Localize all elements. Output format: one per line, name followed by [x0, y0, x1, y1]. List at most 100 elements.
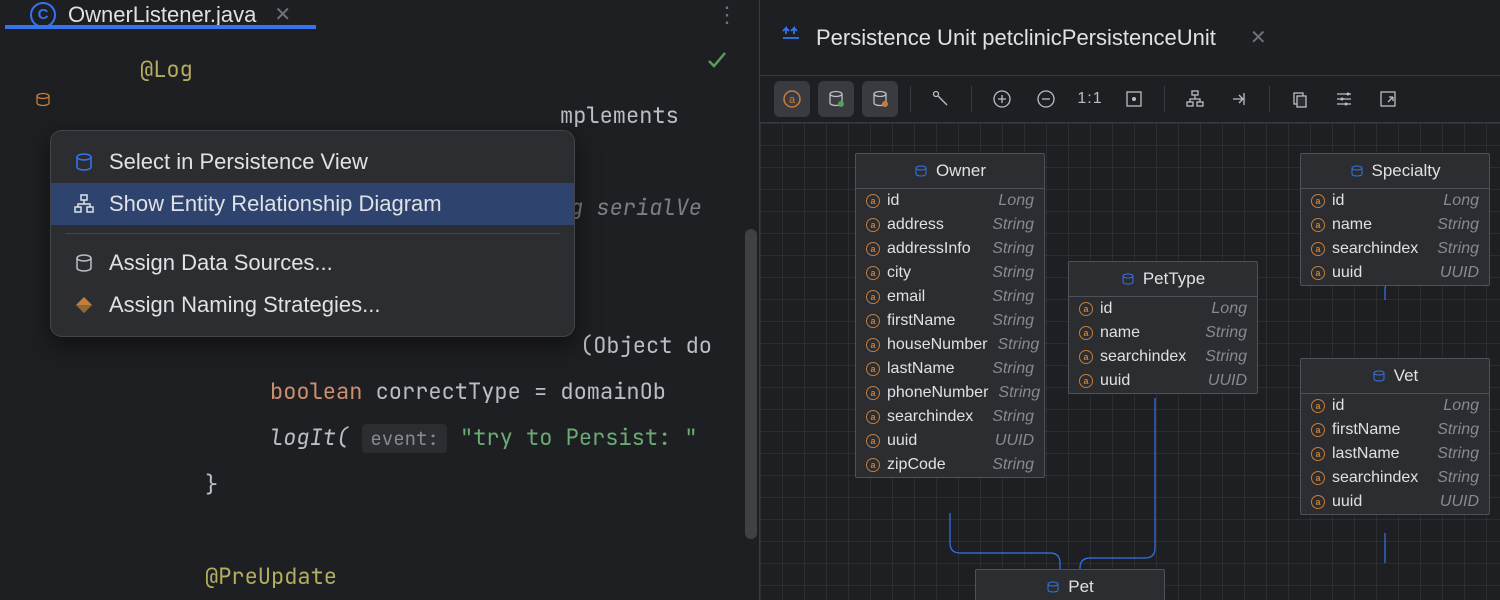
entity-field[interactable]: aidLong — [1069, 297, 1257, 321]
field-type: Long — [1211, 300, 1247, 318]
tab-filename: OwnerListener.java — [68, 2, 256, 28]
entity-fields-vet: aidLongafirstNameStringalastNameStringas… — [1301, 394, 1489, 514]
file-tab[interactable]: C OwnerListener.java ✕ — [20, 0, 301, 29]
toolbar-separator — [910, 86, 911, 112]
field-type: UUID — [1208, 372, 1247, 390]
menu-show-erd[interactable]: Show Entity Relationship Diagram — [51, 183, 574, 225]
tool-zoom-in-icon[interactable] — [984, 81, 1020, 117]
tool-layout-icon[interactable] — [1177, 81, 1213, 117]
tool-export-icon[interactable] — [1370, 81, 1406, 117]
field-type: String — [992, 312, 1034, 330]
er-diagram-canvas[interactable]: Owner aidLongaaddressStringaaddressInfoS… — [760, 123, 1500, 600]
attribute-field-icon: a — [1311, 266, 1325, 280]
entity-field[interactable]: auuidUUID — [1301, 261, 1489, 285]
entity-field[interactable]: aidLong — [1301, 394, 1489, 418]
entity-field[interactable]: azipCodeString — [856, 453, 1044, 477]
field-type: String — [1205, 324, 1247, 342]
field-name: city — [887, 264, 911, 282]
field-type: Long — [998, 192, 1034, 210]
field-type: UUID — [995, 432, 1034, 450]
tool-route-icon[interactable] — [923, 81, 959, 117]
attribute-field-icon: a — [1311, 447, 1325, 461]
field-name: name — [1332, 216, 1372, 234]
field-name: uuid — [887, 432, 917, 450]
entity-specialty[interactable]: Specialty aidLonganameStringasearchindex… — [1300, 153, 1490, 286]
code-fragment: logIt( — [270, 423, 349, 452]
entity-field[interactable]: aaddressString — [856, 213, 1044, 237]
tool-copy-icon[interactable] — [1282, 81, 1318, 117]
field-type: String — [992, 360, 1034, 378]
attribute-field-icon: a — [866, 410, 880, 424]
entity-field[interactable]: alastNameString — [1301, 442, 1489, 466]
tool-settings-icon[interactable] — [1326, 81, 1362, 117]
tool-db-modified-icon[interactable] — [862, 81, 898, 117]
attribute-field-icon: a — [866, 314, 880, 328]
menu-assign-naming-strategies[interactable]: Assign Naming Strategies... — [51, 284, 574, 326]
code-fragment: (Object do — [580, 331, 712, 360]
svg-text:a: a — [789, 94, 796, 106]
attribute-field-icon: a — [1311, 423, 1325, 437]
toolbar-separator — [1269, 86, 1270, 112]
persistence-upload-icon[interactable] — [780, 24, 802, 52]
tool-annotation-icon[interactable]: a — [774, 81, 810, 117]
entity-field[interactable]: asearchindexString — [1069, 345, 1257, 369]
close-tab-icon[interactable]: ✕ — [1250, 25, 1267, 50]
entity-field[interactable]: aaddressInfoString — [856, 237, 1044, 261]
entity-field[interactable]: afirstNameString — [1301, 418, 1489, 442]
entity-field[interactable]: auuidUUID — [856, 429, 1044, 453]
tool-db-icon[interactable] — [818, 81, 854, 117]
tool-zoom-out-icon[interactable] — [1028, 81, 1064, 117]
entity-field[interactable]: auuidUUID — [1301, 490, 1489, 514]
attribute-field-icon: a — [1311, 495, 1325, 509]
entity-field[interactable]: aphoneNumberString — [856, 381, 1044, 405]
field-type: String — [992, 288, 1034, 306]
entity-pettype[interactable]: PetType aidLonganameStringasearchindexSt… — [1068, 261, 1258, 394]
field-type: UUID — [1440, 264, 1479, 282]
tab-overflow-menu[interactable]: ⋮ — [716, 2, 739, 28]
field-type: String — [998, 384, 1040, 402]
field-name: id — [1100, 300, 1112, 318]
attribute-field-icon: a — [1311, 471, 1325, 485]
gutter-entity-icon[interactable] — [34, 91, 52, 114]
entity-field[interactable]: auuidUUID — [1069, 369, 1257, 393]
field-name: name — [1100, 324, 1140, 342]
inspection-ok-icon[interactable] — [705, 49, 729, 78]
attribute-field-icon: a — [1079, 374, 1093, 388]
field-type: String — [992, 216, 1034, 234]
field-name: houseNumber — [887, 336, 988, 354]
entity-field[interactable]: anameString — [1301, 213, 1489, 237]
code-fragment: mplements — [560, 101, 679, 130]
entity-field[interactable]: afirstNameString — [856, 309, 1044, 333]
entity-owner[interactable]: Owner aidLongaaddressStringaaddressInfoS… — [855, 153, 1045, 478]
code-fragment: } — [140, 462, 759, 508]
entity-field[interactable]: aname String — [1069, 321, 1257, 345]
attribute-field-icon: a — [1311, 218, 1325, 232]
entity-field[interactable]: aidLong — [1301, 189, 1489, 213]
tool-zoom-reset[interactable]: 1:1 — [1072, 81, 1108, 117]
entity-field[interactable]: acityString — [856, 261, 1044, 285]
field-type: String — [992, 408, 1034, 426]
menu-select-persistence-view[interactable]: Select in Persistence View — [51, 141, 574, 183]
close-tab-icon[interactable]: ✕ — [274, 2, 291, 27]
entity-header: Specialty — [1301, 154, 1489, 189]
diagram-toolbar: a 1:1 — [760, 75, 1500, 123]
entity-vet[interactable]: Vet aidLongafirstNameStringalastNameStri… — [1300, 358, 1490, 515]
entity-field[interactable]: aidLong — [856, 189, 1044, 213]
editor-scrollbar[interactable] — [745, 229, 757, 539]
entity-field[interactable]: aemailString — [856, 285, 1044, 309]
entity-pet[interactable]: Pet — [975, 569, 1165, 600]
attribute-field-icon: a — [866, 458, 880, 472]
entity-field[interactable]: alastNameString — [856, 357, 1044, 381]
menu-label: Assign Naming Strategies... — [109, 292, 380, 318]
entity-header: Pet — [976, 570, 1164, 600]
menu-assign-data-sources[interactable]: Assign Data Sources... — [51, 242, 574, 284]
tool-fit-content-icon[interactable] — [1116, 81, 1152, 117]
entity-field[interactable]: asearchindexString — [856, 405, 1044, 429]
entity-field[interactable]: asearchindexString — [1301, 237, 1489, 261]
id-field-icon: a — [1311, 399, 1325, 413]
entity-field[interactable]: ahouseNumberString — [856, 333, 1044, 357]
attribute-field-icon: a — [1079, 326, 1093, 340]
tool-apply-layout-icon[interactable] — [1221, 81, 1257, 117]
menu-separator — [65, 233, 560, 234]
entity-field[interactable]: asearchindexString — [1301, 466, 1489, 490]
